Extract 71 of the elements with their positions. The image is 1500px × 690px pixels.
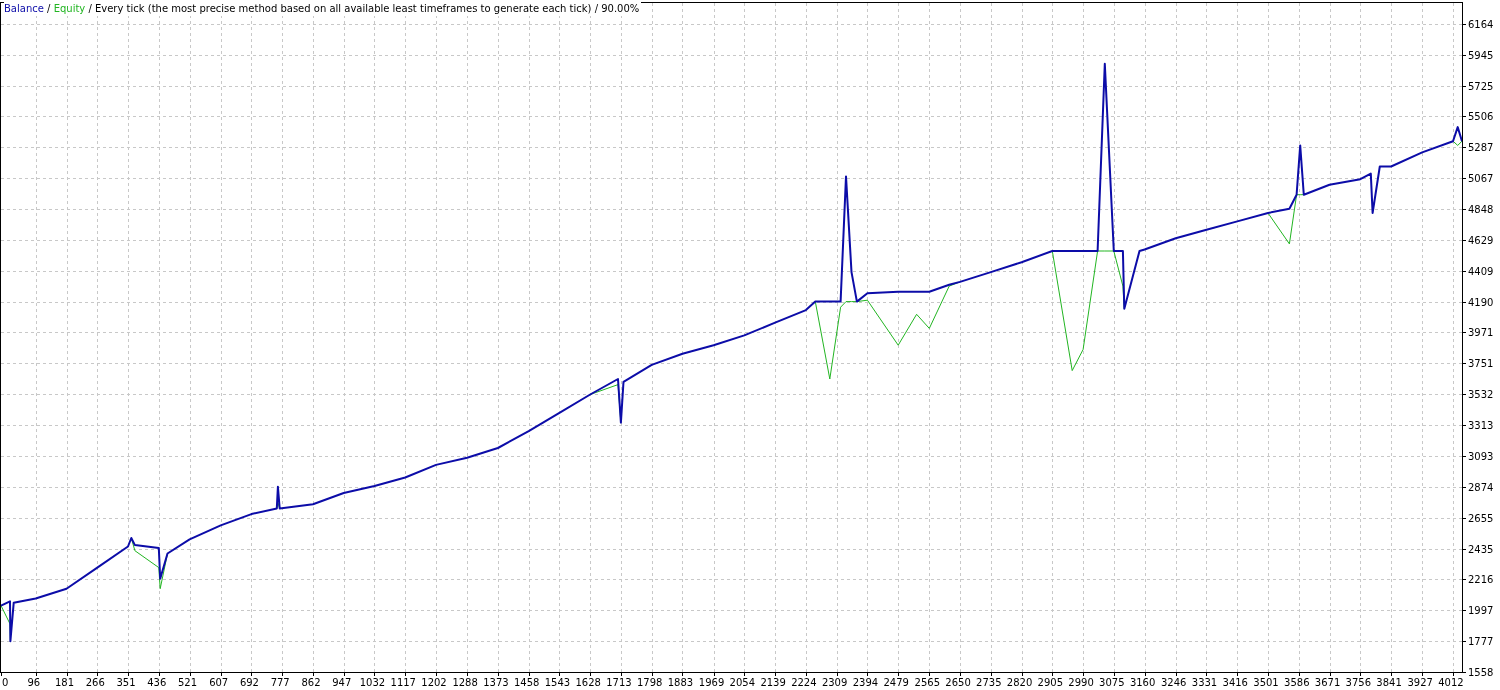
y-axis-label: 1997: [1468, 605, 1494, 617]
x-axis-label: 3331: [1191, 677, 1218, 688]
x-axis-label: 1713: [606, 677, 632, 688]
x-axis-label: 96: [27, 677, 41, 688]
x-axis-label: 3075: [1099, 677, 1125, 688]
x-axis-label: 2735: [976, 677, 1002, 688]
y-axis-label: 5725: [1468, 80, 1494, 92]
x-axis-label: 436: [147, 677, 167, 688]
y-axis-label: 5945: [1468, 49, 1494, 61]
y-axis-label: 4409: [1468, 265, 1494, 277]
x-axis-label: 947: [332, 677, 352, 688]
x-axis-label: 2905: [1037, 677, 1064, 688]
x-axis-label: 3586: [1284, 677, 1310, 688]
y-axis-label: 5067: [1468, 173, 1494, 185]
y-axis-label: 3093: [1468, 451, 1494, 462]
x-axis-label: 2139: [760, 677, 786, 688]
y-axis-label: 4629: [1468, 234, 1494, 246]
x-axis-label: 1117: [390, 677, 416, 688]
y-axis-label: 1558: [1468, 667, 1494, 678]
y-axis-label: 2874: [1468, 481, 1494, 493]
x-axis-label: 2224: [791, 677, 817, 688]
x-axis-label: 1628: [575, 677, 601, 688]
x-axis-label: 521: [178, 677, 198, 688]
y-axis-label: 3313: [1468, 420, 1494, 432]
x-axis-label: 0: [2, 677, 9, 688]
y-axis-label: 6164: [1468, 18, 1494, 30]
x-axis-label: 607: [209, 677, 229, 688]
x-axis-label: 4012: [1438, 677, 1464, 688]
y-axis-label: 5506: [1468, 111, 1494, 123]
x-axis-label: 1202: [421, 677, 447, 688]
x-axis-label: 2820: [1006, 677, 1033, 688]
x-axis-label: 3927: [1407, 677, 1433, 688]
x-axis-label: 351: [116, 677, 136, 688]
y-axis-label: 3751: [1468, 358, 1494, 370]
x-axis-label: 3841: [1376, 677, 1402, 688]
y-axis-label: 3532: [1468, 389, 1494, 401]
x-axis-label: 2309: [821, 677, 848, 688]
y-axis-label: 2655: [1468, 512, 1494, 524]
x-axis-label: 1032: [359, 677, 386, 688]
x-axis-label: 3160: [1129, 677, 1156, 688]
y-axis-label: 1777: [1468, 636, 1494, 648]
x-axis-label: 2565: [914, 677, 940, 688]
x-axis-label: 1373: [483, 677, 509, 688]
y-axis-label: 2216: [1468, 574, 1494, 586]
chart-caption: Balance / Equity / Every tick (the most precise method based on all available least timeframes to generate each tick) / 90.00%: [4, 2, 642, 16]
x-axis-label: 2650: [945, 677, 971, 688]
y-axis-label: 4190: [1468, 296, 1494, 308]
x-axis-label: 3501: [1253, 677, 1279, 688]
x-axis-label: 181: [54, 677, 75, 688]
x-axis-label: 2479: [883, 677, 909, 688]
x-axis-label: 2054: [729, 677, 756, 688]
y-axis-label: 5287: [1468, 142, 1494, 154]
x-axis-label: 3671: [1314, 677, 1341, 688]
x-axis-label: 1969: [698, 677, 725, 688]
x-axis-label: 3756: [1345, 677, 1372, 688]
x-axis-label: 3416: [1222, 677, 1248, 688]
x-axis-label: 692: [239, 677, 259, 688]
x-axis-label: 2394: [852, 677, 879, 688]
x-axis-label: 3246: [1161, 677, 1187, 688]
x-axis-label: 1798: [636, 677, 663, 688]
y-axis-label: 2435: [1468, 543, 1494, 555]
x-axis-label: 2990: [1068, 677, 1094, 688]
x-axis-label: 1883: [667, 677, 694, 688]
x-axis-label: 777: [270, 677, 290, 688]
y-axis-label: 3971: [1468, 327, 1494, 339]
x-axis-label: 1288: [452, 677, 478, 688]
x-axis-label: 862: [301, 677, 321, 688]
x-axis-label: 1458: [513, 677, 540, 688]
y-axis-label: 4848: [1468, 204, 1494, 215]
x-axis-label: 1543: [544, 677, 571, 688]
x-axis-label: 266: [85, 677, 105, 688]
